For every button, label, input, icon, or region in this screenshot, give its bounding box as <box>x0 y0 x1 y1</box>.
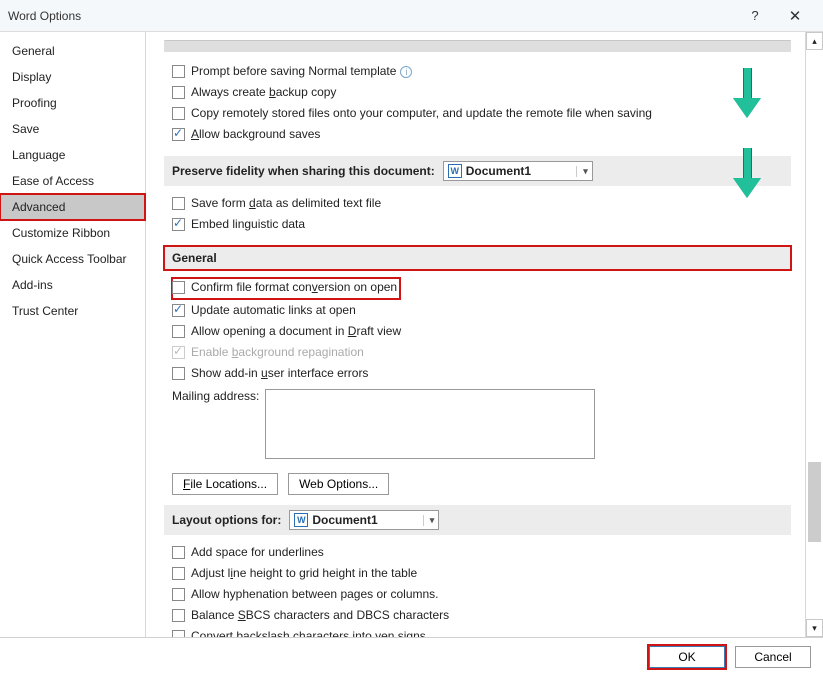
checkbox-icon[interactable] <box>172 588 185 601</box>
chevron-down-icon: ▾ <box>576 166 588 177</box>
file-locations-button[interactable]: FFile Locations...ile Locations... <box>172 473 278 495</box>
section-label: Preserve fidelity when sharing this docu… <box>172 164 435 178</box>
label: Allow hyphenation between pages or colum… <box>191 587 439 601</box>
label: Confirm file format conversion on open <box>191 280 397 294</box>
main-area: General Display Proofing Save Language E… <box>0 32 823 637</box>
sidebar-item-trust-center[interactable]: Trust Center <box>0 298 145 324</box>
label: Copy remotely stored files onto your com… <box>191 106 652 120</box>
section-label: Layout options for: <box>172 513 281 527</box>
label: Show add-in user interface errors <box>191 366 368 380</box>
checkbox-icon[interactable] <box>172 367 185 380</box>
chevron-down-icon: ▾ <box>423 515 435 526</box>
scroll-up-icon[interactable]: ▴ <box>806 32 823 50</box>
dialog-footer: OK Cancel <box>0 637 823 675</box>
checkbox-icon[interactable] <box>172 630 185 637</box>
content-wrap: Prompt before saving Normal templatei Al… <box>146 32 823 637</box>
section-layout-options: Layout options for: W Document1 ▾ <box>164 505 791 535</box>
checkbox-icon[interactable] <box>172 218 185 231</box>
opt-sbcs-dbcs[interactable]: Balance SBCS characters and DBCS charact… <box>172 606 791 627</box>
mailing-address-row: Mailing address: <box>172 389 791 459</box>
checkbox-icon[interactable] <box>172 281 185 294</box>
label: Save form data as delimited text file <box>191 196 381 210</box>
section-label: General <box>172 251 217 265</box>
label: Always create backup copy <box>191 85 336 99</box>
opt-open-draft[interactable]: Allow opening a document in Draft view <box>172 322 791 343</box>
section-preserve-fidelity: Preserve fidelity when sharing this docu… <box>164 156 791 186</box>
scroll-down-icon[interactable]: ▾ <box>806 619 823 637</box>
label: Allow opening a document in Draft view <box>191 324 401 338</box>
opt-addin-ui-errors[interactable]: Show add-in user interface errors <box>172 364 791 385</box>
general-buttons: FFile Locations...ile Locations... Web O… <box>172 473 791 495</box>
opt-space-underlines[interactable]: Add space for underlines <box>172 543 791 564</box>
label: Add space for underlines <box>191 545 324 559</box>
checkbox-icon[interactable] <box>172 65 185 78</box>
sidebar-item-ease-of-access[interactable]: Ease of Access <box>0 168 145 194</box>
checkbox-icon[interactable] <box>172 609 185 622</box>
web-options-button[interactable]: Web Options... <box>288 473 389 495</box>
mailing-label: Mailing address: <box>172 389 259 403</box>
options-content: Prompt before saving Normal templatei Al… <box>146 32 805 637</box>
label: Allow background saves <box>191 127 320 141</box>
label: Update automatic links at open <box>191 303 356 317</box>
opt-backup-copy[interactable]: Always create backup copy <box>172 83 791 104</box>
prev-section-header <box>164 40 791 52</box>
label: Convert backslash characters into yen si… <box>191 629 426 637</box>
sidebar-item-customize-ribbon[interactable]: Customize Ribbon <box>0 220 145 246</box>
checkbox-icon[interactable] <box>172 86 185 99</box>
layout-document-dropdown[interactable]: W Document1 ▾ <box>289 510 439 530</box>
label: Adjust line height to grid height in the… <box>191 566 417 580</box>
checkbox-icon[interactable] <box>172 107 185 120</box>
opt-bg-repagination: Enable background repagination <box>172 343 791 364</box>
sidebar-item-general[interactable]: General <box>0 38 145 64</box>
sidebar-item-display[interactable]: Display <box>0 64 145 90</box>
vertical-scrollbar[interactable]: ▴ ▾ <box>805 32 823 637</box>
word-doc-icon: W <box>294 513 308 527</box>
opt-adjust-line-height[interactable]: Adjust line height to grid height in the… <box>172 564 791 585</box>
mailing-address-input[interactable] <box>265 389 595 459</box>
annotation-arrow-down-1 <box>733 68 761 118</box>
opt-allow-hyphenation[interactable]: Allow hyphenation between pages or colum… <box>172 585 791 606</box>
checkbox-icon[interactable] <box>172 325 185 338</box>
label: Enable background repagination <box>191 345 364 359</box>
checkbox-icon[interactable] <box>172 197 185 210</box>
checkbox-icon[interactable] <box>172 304 185 317</box>
dropdown-value: Document1 <box>312 513 377 527</box>
section-general: General <box>164 246 791 270</box>
opt-embed-linguistic[interactable]: Embed linguistic data <box>172 215 791 236</box>
sidebar-item-qat[interactable]: Quick Access Toolbar <box>0 246 145 272</box>
sidebar-item-addins[interactable]: Add-ins <box>0 272 145 298</box>
ok-button[interactable]: OK <box>649 646 725 668</box>
word-doc-icon: W <box>448 164 462 178</box>
checkbox-icon <box>172 346 185 359</box>
checkbox-icon[interactable] <box>172 546 185 559</box>
sidebar-item-proofing[interactable]: Proofing <box>0 90 145 116</box>
opt-backslash-yen[interactable]: Convert backslash characters into yen si… <box>172 627 791 637</box>
sidebar-item-save[interactable]: Save <box>0 116 145 142</box>
preserve-document-dropdown[interactable]: W Document1 ▾ <box>443 161 593 181</box>
opt-prompt-normal-template[interactable]: Prompt before saving Normal templatei <box>172 62 791 83</box>
opt-confirm-format-conversion[interactable]: Confirm file format conversion on open <box>172 278 400 299</box>
annotation-arrow-down-2 <box>733 148 761 198</box>
opt-save-delimited[interactable]: Save form data as delimited text file <box>172 194 791 215</box>
opt-allow-bg-saves[interactable]: Allow background saves <box>172 125 791 146</box>
opt-copy-remote[interactable]: Copy remotely stored files onto your com… <box>172 104 791 125</box>
dialog-title: Word Options <box>8 9 81 23</box>
sidebar: General Display Proofing Save Language E… <box>0 32 146 637</box>
checkbox-icon[interactable] <box>172 567 185 580</box>
close-icon[interactable]: ✕ <box>775 7 815 25</box>
label: Embed linguistic data <box>191 217 305 231</box>
opt-update-auto-links[interactable]: Update automatic links at open <box>172 301 791 322</box>
label: Prompt before saving Normal templatei <box>191 64 412 78</box>
titlebar: Word Options ? ✕ <box>0 0 823 32</box>
help-icon[interactable]: ? <box>735 8 775 23</box>
sidebar-item-language[interactable]: Language <box>0 142 145 168</box>
checkbox-icon[interactable] <box>172 128 185 141</box>
dropdown-value: Document1 <box>466 164 531 178</box>
info-icon[interactable]: i <box>400 66 412 78</box>
sidebar-item-advanced[interactable]: Advanced <box>0 194 145 220</box>
scroll-thumb[interactable] <box>808 462 821 542</box>
label: Balance SBCS characters and DBCS charact… <box>191 608 449 622</box>
cancel-button[interactable]: Cancel <box>735 646 811 668</box>
